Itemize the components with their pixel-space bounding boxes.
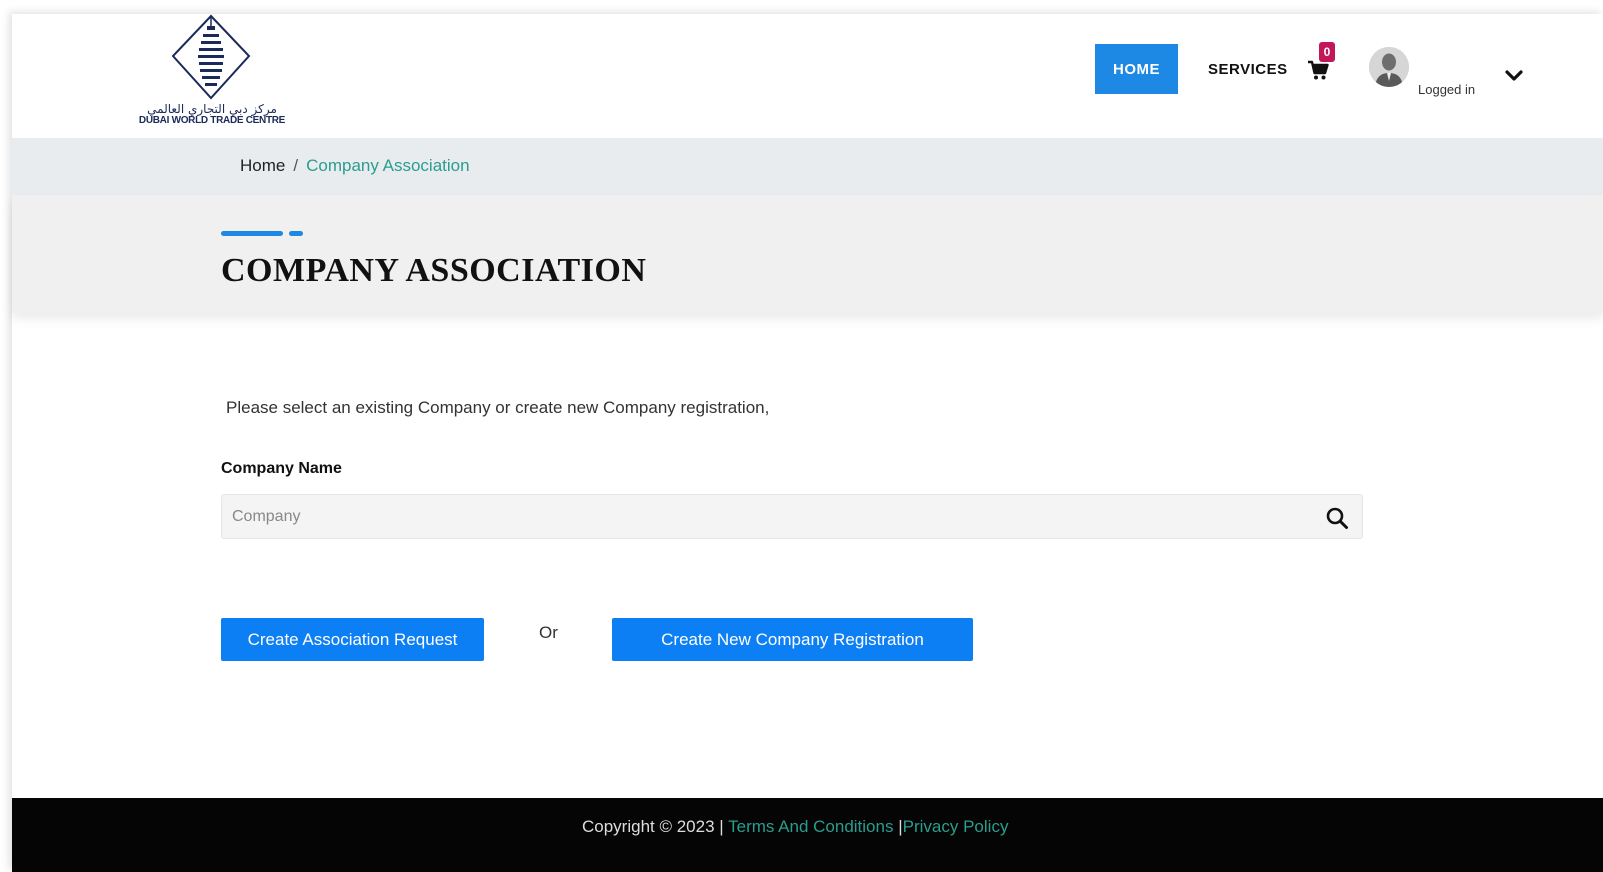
site-header: مركز دبي التجاري العالمي DUBAI WORLD TRA… <box>12 14 1603 138</box>
cart-count-badge: 0 <box>1319 42 1335 62</box>
breadcrumb-home-link[interactable]: Home <box>240 156 285 176</box>
breadcrumb-current: Company Association <box>306 156 470 175</box>
user-status-text: Logged in <box>1418 82 1476 97</box>
or-separator-text: Or <box>539 623 558 642</box>
create-association-request-button[interactable]: Create Association Request <box>221 618 484 661</box>
breadcrumb: Home / Company Association <box>240 156 470 176</box>
site-footer: Copyright © 2023 | Terms And Conditions … <box>12 798 1603 872</box>
create-new-company-registration-button[interactable]: Create New Company Registration <box>612 618 973 661</box>
copyright-text: Copyright © 2023 | <box>582 817 724 836</box>
nav-services-link[interactable]: SERVICES <box>1198 44 1298 94</box>
avatar-icon[interactable] <box>1369 47 1409 87</box>
logo-arabic-text: مركز دبي التجاري العالمي <box>147 102 277 116</box>
title-accent-bar <box>221 231 283 236</box>
breadcrumb-bar: Home / Company Association <box>12 138 1603 195</box>
footer-text: Copyright © 2023 | Terms And Conditions … <box>582 817 1008 837</box>
instructions-text: Please select an existing Company or cre… <box>226 398 770 417</box>
page-frame: مركز دبي التجاري العالمي DUBAI WORLD TRA… <box>12 14 1603 872</box>
logo-english-text: DUBAI WORLD TRADE CENTRE <box>138 115 286 126</box>
title-band: COMPANY ASSOCIATION <box>12 195 1603 313</box>
company-search-box <box>221 494 1363 539</box>
chevron-down-icon[interactable] <box>1504 68 1524 84</box>
title-accent-dot <box>289 231 303 236</box>
terms-link[interactable]: Terms And Conditions <box>728 817 893 836</box>
nav-home-button[interactable]: HOME <box>1095 44 1178 94</box>
page-title: COMPANY ASSOCIATION <box>221 252 647 289</box>
tower-diamond-logo-icon <box>171 14 251 100</box>
company-search-input[interactable] <box>222 495 1322 538</box>
dwtc-logo[interactable]: مركز دبي التجاري العالمي DUBAI WORLD TRA… <box>137 14 287 130</box>
privacy-link[interactable]: Privacy Policy <box>903 817 1009 836</box>
company-name-label: Company Name <box>221 460 342 477</box>
search-icon[interactable] <box>1325 506 1349 530</box>
breadcrumb-separator: / <box>293 156 299 175</box>
